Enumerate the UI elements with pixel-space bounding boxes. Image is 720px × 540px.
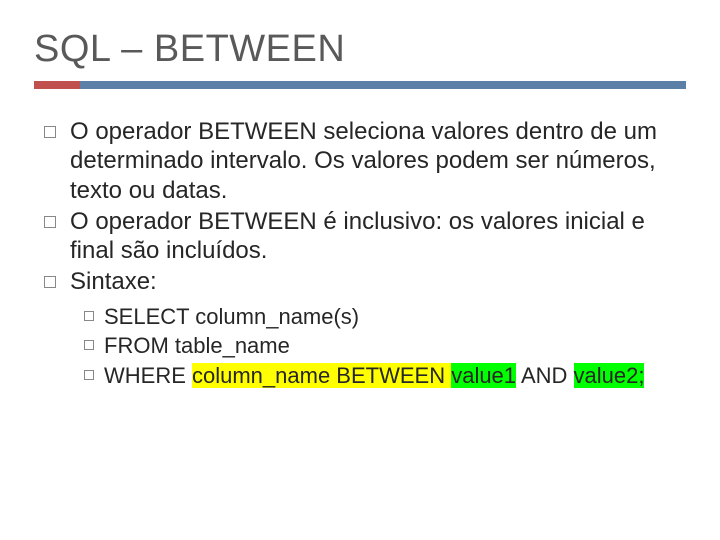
slide: SQL – BETWEEN O operador BETWEEN selecio… <box>0 0 720 540</box>
bullet-text: Sintaxe: <box>70 267 686 296</box>
square-bullet-icon <box>44 276 56 288</box>
accent-bar <box>34 81 686 89</box>
bullet-item: O operador BETWEEN seleciona valores den… <box>44 117 686 205</box>
syntax-where-pre: WHERE <box>104 363 192 388</box>
bullet-text: O operador BETWEEN seleciona valores den… <box>70 117 686 205</box>
syntax-between-keyword: BETWEEN <box>330 363 451 388</box>
bullet-item: Sintaxe: <box>44 267 686 296</box>
square-bullet-icon <box>44 126 56 138</box>
syntax-text: WHERE column_name BETWEEN value1 AND val… <box>104 362 686 391</box>
bullet-text: O operador BETWEEN é inclusivo: os valor… <box>70 207 686 266</box>
syntax-list: SELECT column_name(s) FROM table_name WH… <box>44 303 686 391</box>
slide-title: SQL – BETWEEN <box>34 28 686 71</box>
square-bullet-icon <box>44 216 56 228</box>
square-bullet-icon <box>84 340 94 350</box>
square-bullet-icon <box>84 370 94 380</box>
syntax-line: SELECT column_name(s) <box>84 303 686 332</box>
accent-bar-left <box>34 81 80 89</box>
bullet-item: O operador BETWEEN é inclusivo: os valor… <box>44 207 686 266</box>
syntax-value1: value1 <box>451 363 516 388</box>
syntax-and-keyword: AND <box>516 363 573 388</box>
accent-bar-right <box>80 81 686 89</box>
syntax-text: SELECT column_name(s) <box>104 303 686 332</box>
syntax-column-name: column_name <box>192 363 330 388</box>
syntax-text: FROM table_name <box>104 332 686 361</box>
syntax-value2: value2; <box>574 363 645 388</box>
syntax-line: FROM table_name <box>84 332 686 361</box>
slide-body: O operador BETWEEN seleciona valores den… <box>34 117 686 390</box>
square-bullet-icon <box>84 311 94 321</box>
syntax-line: WHERE column_name BETWEEN value1 AND val… <box>84 362 686 391</box>
